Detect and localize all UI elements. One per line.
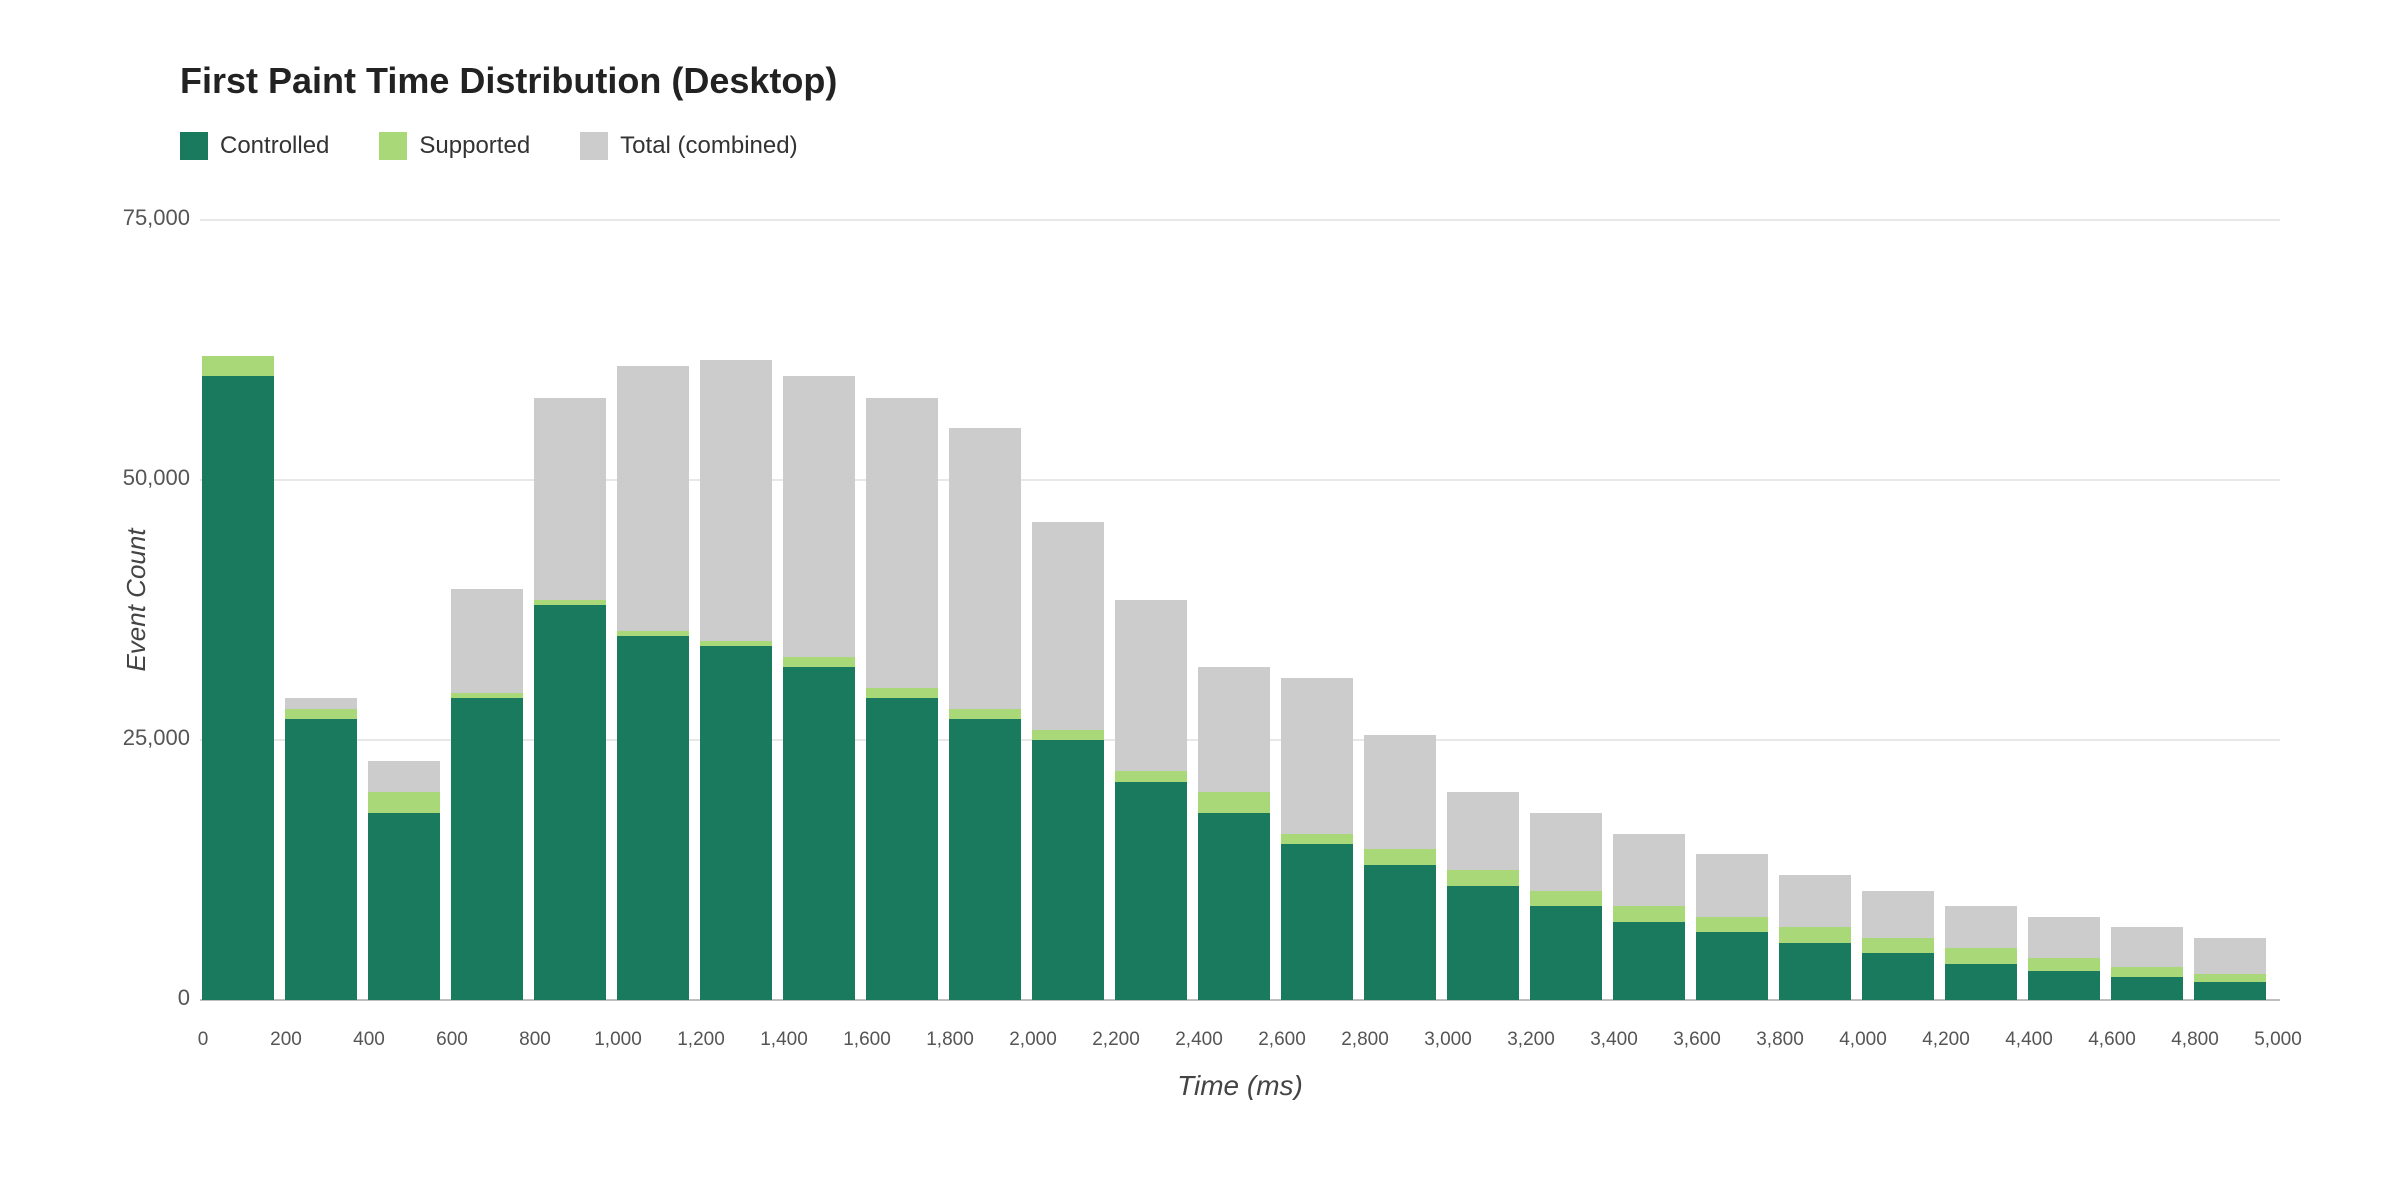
x-tick-800: 800 bbox=[519, 1029, 551, 1050]
bar-controlled-3 bbox=[451, 698, 523, 1000]
bar-controlled-23 bbox=[2111, 977, 2183, 1000]
bar-controlled-8 bbox=[866, 698, 938, 1000]
bar-controlled-2 bbox=[368, 813, 440, 1000]
x-tick-600: 600 bbox=[436, 1029, 468, 1050]
chart-area: 75,000 50,000 25,000 0 Event Count bbox=[120, 200, 2320, 1105]
x-tick-2800: 2,800 bbox=[1341, 1029, 1389, 1050]
legend-label-controlled: Controlled bbox=[220, 132, 329, 160]
x-tick-2200: 2,200 bbox=[1092, 1029, 1140, 1050]
legend-label-supported: Supported bbox=[419, 132, 530, 160]
x-tick-4600: 4,600 bbox=[2088, 1029, 2136, 1050]
bar-controlled-22 bbox=[2028, 971, 2100, 1000]
bar-controlled-0 bbox=[202, 376, 274, 1000]
histogram-svg: 75,000 50,000 25,000 0 Event Count bbox=[120, 200, 2320, 1100]
bar-controlled-20 bbox=[1862, 953, 1934, 1000]
bar-controlled-1 bbox=[285, 719, 357, 1000]
x-tick-4800: 4,800 bbox=[2171, 1029, 2219, 1050]
x-tick-3200: 3,200 bbox=[1507, 1029, 1555, 1050]
y-tick-25000: 25,000 bbox=[123, 725, 190, 750]
bar-controlled-6 bbox=[700, 646, 772, 1000]
total-swatch bbox=[580, 132, 608, 160]
x-tick-400: 400 bbox=[353, 1029, 385, 1050]
bar-controlled-13 bbox=[1281, 844, 1353, 1000]
bar-controlled-17 bbox=[1613, 922, 1685, 1000]
x-axis-label: Time (ms) bbox=[1177, 1070, 1303, 1100]
x-tick-5000: 5,000 bbox=[2254, 1029, 2302, 1050]
x-tick-1000: 1,000 bbox=[594, 1029, 642, 1050]
x-tick-2600: 2,600 bbox=[1258, 1029, 1306, 1050]
bar-controlled-11 bbox=[1115, 782, 1187, 1000]
x-tick-1200: 1,200 bbox=[677, 1029, 725, 1050]
y-tick-0: 0 bbox=[178, 985, 190, 1010]
x-tick-200: 200 bbox=[270, 1029, 302, 1050]
bar-controlled-9 bbox=[949, 719, 1021, 1000]
chart-title: First Paint Time Distribution (Desktop) bbox=[180, 60, 2320, 102]
x-tick-4400: 4,400 bbox=[2005, 1029, 2053, 1050]
supported-swatch bbox=[379, 132, 407, 160]
bar-controlled-24 bbox=[2194, 982, 2266, 1000]
x-tick-3000: 3,000 bbox=[1424, 1029, 1472, 1050]
bar-controlled-15 bbox=[1447, 886, 1519, 1000]
x-tick-3800: 3,800 bbox=[1756, 1029, 1804, 1050]
x-tick-3600: 3,600 bbox=[1673, 1029, 1721, 1050]
chart-container: First Paint Time Distribution (Desktop) … bbox=[0, 0, 2400, 1200]
bar-controlled-21 bbox=[1945, 964, 2017, 1000]
x-tick-3400: 3,400 bbox=[1590, 1029, 1638, 1050]
y-axis-label: Event Count bbox=[121, 527, 151, 672]
x-tick-2400: 2,400 bbox=[1175, 1029, 1223, 1050]
bar-controlled-12 bbox=[1198, 813, 1270, 1000]
x-tick-4000: 4,000 bbox=[1839, 1029, 1887, 1050]
bar-controlled-10 bbox=[1032, 740, 1104, 1000]
y-tick-50000: 50,000 bbox=[123, 465, 190, 490]
x-tick-4200: 4,200 bbox=[1922, 1029, 1970, 1050]
bar-controlled-7 bbox=[783, 667, 855, 1000]
legend: Controlled Supported Total (combined) bbox=[180, 132, 2320, 160]
bar-controlled-19 bbox=[1779, 943, 1851, 1000]
legend-label-total: Total (combined) bbox=[620, 132, 797, 160]
bar-controlled-16 bbox=[1530, 906, 1602, 1000]
bar-controlled-4 bbox=[534, 605, 606, 1000]
bar-controlled-18 bbox=[1696, 932, 1768, 1000]
x-tick-1400: 1,400 bbox=[760, 1029, 808, 1050]
bar-controlled-5 bbox=[617, 636, 689, 1000]
x-tick-2000: 2,000 bbox=[1009, 1029, 1057, 1050]
legend-item-controlled: Controlled bbox=[180, 132, 329, 160]
legend-item-supported: Supported bbox=[379, 132, 530, 160]
x-tick-1600: 1,600 bbox=[843, 1029, 891, 1050]
bar-controlled-14 bbox=[1364, 865, 1436, 1000]
x-tick-1800: 1,800 bbox=[926, 1029, 974, 1050]
legend-item-total: Total (combined) bbox=[580, 132, 797, 160]
y-tick-75000: 75,000 bbox=[123, 205, 190, 230]
x-tick-0: 0 bbox=[198, 1029, 209, 1050]
controlled-swatch bbox=[180, 132, 208, 160]
